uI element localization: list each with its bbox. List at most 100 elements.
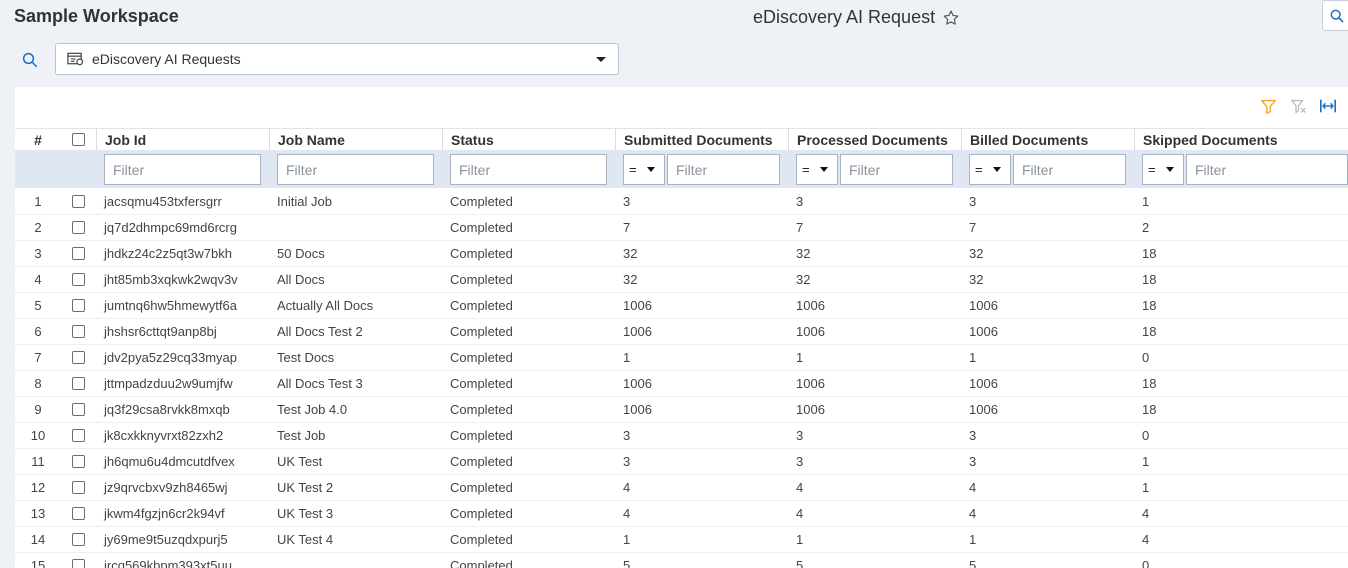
processed-operator-select[interactable]: =	[796, 154, 838, 185]
job-id-cell[interactable]: jttmpadzduu2w9umjfw	[104, 371, 233, 396]
table-row[interactable]: 15 jrcq569kbpm393xt5uu Completed 5 5 5 0	[15, 553, 1348, 568]
row-checkbox[interactable]	[72, 273, 85, 286]
job-id-cell[interactable]: jumtnq6hw5hmewytf6a	[104, 293, 237, 318]
column-header-skipped[interactable]: Skipped Documents	[1134, 129, 1348, 151]
table-row[interactable]: 3 jhdkz24c2z5qt3w7bkh 50 Docs Completed 32 32…	[15, 241, 1348, 267]
job-id-cell[interactable]: jq3f29csa8rvkk8mxqb	[104, 397, 230, 422]
row-checkbox[interactable]	[72, 481, 85, 494]
job-id-cell[interactable]: jht85mb3xqkwk2wqv3v	[104, 267, 238, 292]
job-id-cell[interactable]: jkwm4fgzjn6cr2k94vf	[104, 501, 225, 526]
table-row[interactable]: 5 jumtnq6hw5hmewytf6a Actually All Docs Com…	[15, 293, 1348, 319]
table-row[interactable]: 9 jq3f29csa8rvkk8mxqb Test Job 4.0 Complete…	[15, 397, 1348, 423]
processed-filter-input[interactable]	[840, 154, 953, 185]
job-id-cell[interactable]: jhshsr6cttqt9anp8bj	[104, 319, 217, 344]
column-header-status[interactable]: Status	[442, 129, 615, 151]
job-id-cell[interactable]: jq7d2dhmpc69md6rcrg	[104, 215, 237, 240]
submitted-operator-select[interactable]: =	[623, 154, 665, 185]
job-name-cell: All Docs Test 3	[277, 376, 363, 391]
skipped-cell: 0	[1142, 428, 1150, 443]
processed-cell: 1006	[796, 402, 825, 417]
view-selector[interactable]: eDiscovery AI Requests	[55, 43, 619, 75]
select-all-checkbox[interactable]	[72, 133, 85, 146]
submitted-cell: 7	[623, 220, 631, 235]
job-id-cell[interactable]: jh6qmu6u4dmcutdfvex	[104, 449, 235, 474]
billed-filter-input[interactable]	[1013, 154, 1126, 185]
status-cell: Completed	[450, 298, 513, 313]
skipped-filter-input[interactable]	[1186, 154, 1348, 185]
job-id-cell[interactable]: jk8cxkknyvrxt82zxh2	[104, 423, 223, 448]
search-icon	[1330, 9, 1344, 23]
column-header-job-name[interactable]: Job Name	[269, 129, 442, 151]
row-checkbox[interactable]	[72, 403, 85, 416]
filter-icon[interactable]	[1258, 96, 1278, 116]
view-selector-label: eDiscovery AI Requests	[92, 51, 241, 67]
job-id-filter-input[interactable]	[104, 154, 261, 185]
status-filter-input[interactable]	[450, 154, 607, 185]
submitted-cell: 5	[623, 558, 631, 568]
job-name-filter-input[interactable]	[277, 154, 434, 185]
row-checkbox[interactable]	[72, 195, 85, 208]
row-number: 15	[30, 558, 46, 568]
processed-cell: 5	[796, 558, 804, 568]
row-number: 9	[34, 402, 42, 417]
table-row[interactable]: 11 jh6qmu6u4dmcutdfvex UK Test Completed 3 3 3…	[15, 449, 1348, 475]
table-row[interactable]: 2 jq7d2dhmpc69md6rcrg Completed 7 7 7 2	[15, 215, 1348, 241]
skipped-cell: 0	[1142, 350, 1150, 365]
grid-header: # Job Id Job Name Status Submitted Docum…	[15, 128, 1348, 151]
table-row[interactable]: 8 jttmpadzduu2w9umjfw All Docs Test 3 Compl…	[15, 371, 1348, 397]
job-id-cell[interactable]: jhdkz24c2z5qt3w7bkh	[104, 241, 232, 266]
row-number: 7	[34, 350, 42, 365]
skipped-operator-select[interactable]: =	[1142, 154, 1184, 185]
submitted-cell: 1	[623, 532, 631, 547]
row-checkbox[interactable]	[72, 429, 85, 442]
processed-cell: 32	[796, 272, 811, 287]
clear-filter-icon[interactable]	[1288, 96, 1308, 116]
table-row[interactable]: 12 jz9qrvcbxv9zh8465wj UK Test 2 Completed 4…	[15, 475, 1348, 501]
fit-columns-icon[interactable]	[1318, 96, 1338, 116]
column-header-processed[interactable]: Processed Documents	[788, 129, 961, 151]
status-cell: Completed	[450, 532, 513, 547]
job-id-cell[interactable]: jrcq569kbpm393xt5uu	[104, 553, 232, 568]
skipped-cell: 18	[1142, 298, 1157, 313]
job-id-cell[interactable]: jy69me9t5uzqdxpurj5	[104, 527, 228, 552]
column-header-billed[interactable]: Billed Documents	[961, 129, 1134, 151]
table-row[interactable]: 6 jhshsr6cttqt9anp8bj All Docs Test 2 Compl…	[15, 319, 1348, 345]
skipped-cell: 1	[1142, 480, 1150, 495]
submitted-cell: 3	[623, 428, 631, 443]
row-checkbox[interactable]	[72, 377, 85, 390]
table-row[interactable]: 14 jy69me9t5uzqdxpurj5 UK Test 4 Completed 1…	[15, 527, 1348, 553]
row-number: 13	[30, 506, 46, 521]
star-outline-icon[interactable]	[942, 9, 960, 27]
row-checkbox[interactable]	[72, 507, 85, 520]
table-row[interactable]: 10 jk8cxkknyvrxt82zxh2 Test Job Completed 3 3…	[15, 423, 1348, 449]
job-id-cell[interactable]: jz9qrvcbxv9zh8465wj	[104, 475, 228, 500]
filter-row: = = = =	[15, 150, 1348, 188]
table-row[interactable]: 1 jacsqmu453txfersgrr Initial Job Completed…	[15, 189, 1348, 215]
row-checkbox[interactable]	[72, 559, 85, 568]
skipped-cell: 4	[1142, 532, 1150, 547]
row-number: 4	[34, 272, 42, 287]
table-row[interactable]: 4 jht85mb3xqkwk2wqv3v All Docs Completed 32 3…	[15, 267, 1348, 293]
submitted-filter-input[interactable]	[667, 154, 780, 185]
row-checkbox[interactable]	[72, 351, 85, 364]
column-header-submitted[interactable]: Submitted Documents	[615, 129, 788, 151]
global-search-button[interactable]	[1322, 0, 1348, 31]
row-checkbox[interactable]	[72, 247, 85, 260]
row-checkbox[interactable]	[72, 455, 85, 468]
billed-cell: 1	[969, 350, 977, 365]
skipped-cell: 4	[1142, 506, 1150, 521]
search-icon[interactable]	[21, 51, 39, 69]
row-checkbox[interactable]	[72, 325, 85, 338]
status-cell: Completed	[450, 454, 513, 469]
row-checkbox[interactable]	[72, 221, 85, 234]
billed-operator-select[interactable]: =	[969, 154, 1011, 185]
column-header-job-id[interactable]: Job Id	[96, 129, 269, 151]
row-checkbox[interactable]	[72, 533, 85, 546]
row-checkbox[interactable]	[72, 299, 85, 312]
table-row[interactable]: 7 jdv2pya5z29cq33myap Test Docs Completed 1 1…	[15, 345, 1348, 371]
skipped-cell: 2	[1142, 220, 1150, 235]
job-id-cell[interactable]: jacsqmu453txfersgrr	[104, 189, 222, 214]
table-row[interactable]: 13 jkwm4fgzjn6cr2k94vf UK Test 3 Completed 4…	[15, 501, 1348, 527]
job-id-cell[interactable]: jdv2pya5z29cq33myap	[104, 345, 237, 370]
grid-body: 1 jacsqmu453txfersgrr Initial Job Completed…	[15, 189, 1348, 568]
